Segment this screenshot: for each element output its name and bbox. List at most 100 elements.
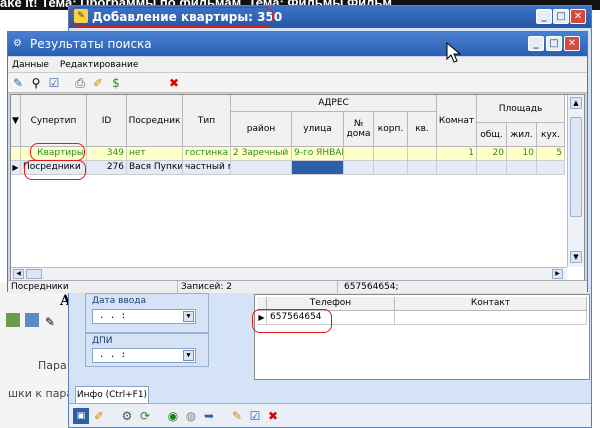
area-kitchen-column-header[interactable]: кух. (537, 123, 565, 147)
building-column-header[interactable]: корп. (374, 112, 408, 147)
supertype-column-header[interactable]: Супертип (21, 95, 87, 147)
house-cell[interactable] (344, 161, 374, 175)
search-results-window: ⚙ Результаты поиска _ □ ✕ Данные Редакти… (7, 31, 588, 293)
binoculars-icon[interactable]: ⚲ (28, 75, 44, 91)
clear-icon[interactable]: ✐ (91, 408, 107, 424)
status-record-count: Записей: 2 (178, 281, 338, 293)
disk-icon[interactable]: ◍ (183, 408, 199, 424)
check-icon[interactable]: ☑ (247, 408, 263, 424)
row-pointer-icon[interactable]: ▶ (11, 161, 21, 175)
id-cell[interactable]: 276 (87, 161, 127, 175)
tab-info[interactable]: Инфо (Ctrl+F1) (75, 386, 149, 403)
type-cell[interactable]: частный ма (183, 161, 231, 175)
area-total-cell[interactable]: 20 (477, 147, 507, 161)
id-column-header[interactable]: ID (87, 95, 127, 147)
clear-icon[interactable]: ✐ (90, 75, 106, 91)
contact-cell[interactable] (395, 311, 587, 325)
building-cell[interactable] (374, 147, 408, 161)
bottom-toolbar: ▣ ✐ ⚙ ⟳ ◉ ◍ ➥ ✎ ☑ ✖ (69, 403, 591, 427)
image-icon (6, 313, 20, 327)
check-icon[interactable]: ☑ (46, 75, 62, 91)
menu-edit[interactable]: Редактирование (56, 57, 143, 73)
search-results-titlebar[interactable]: ⚙ Результаты поиска _ □ ✕ (8, 32, 587, 56)
minimize-button[interactable]: _ (528, 36, 544, 51)
results-grid: ▼ Супертип ID Посредник Тип АДРЕС район … (10, 94, 585, 281)
area-living-cell[interactable]: 10 (507, 147, 537, 161)
note-icon[interactable]: ✎ (229, 408, 245, 424)
area-total-column-header[interactable]: общ. (477, 123, 507, 147)
building-cell[interactable] (374, 161, 408, 175)
scroll-thumb[interactable] (26, 269, 42, 279)
background-text: шки к пара (8, 387, 74, 400)
street-column-header[interactable]: улица (292, 112, 344, 147)
annotation-oval (30, 143, 85, 161)
close-button[interactable]: ✕ (570, 9, 586, 24)
row-indicator[interactable] (11, 147, 21, 161)
district-column-header[interactable]: район (231, 112, 292, 147)
rooms-column-header[interactable]: Комнат (437, 95, 477, 147)
agent-cell[interactable]: Вася Пупкин (127, 161, 183, 175)
edit-icon[interactable]: ✎ (10, 75, 26, 91)
area-kitchen-cell[interactable] (537, 161, 565, 175)
area-group-header: Площадь (477, 95, 565, 123)
status-phone: 657564654; (344, 282, 399, 292)
apartment-cell[interactable] (408, 161, 437, 175)
street-cell-selected[interactable] (292, 161, 344, 175)
id-cell[interactable]: 349 (87, 147, 127, 161)
scroll-up-icon[interactable]: ▲ (570, 97, 582, 109)
agent-column-header[interactable]: Посредник (127, 95, 183, 147)
scroll-right-icon[interactable]: ▶ (552, 269, 563, 279)
apartment-cell[interactable] (408, 147, 437, 161)
row-selector-header[interactable]: ▼ (11, 95, 21, 147)
background-text: Пара (38, 359, 67, 372)
apartment-column-header[interactable]: кв. (408, 112, 437, 147)
chevron-down-icon[interactable]: ▼ (183, 350, 194, 361)
maximize-button[interactable]: □ (546, 36, 562, 51)
menu-bar: Данные Редактирование (8, 57, 587, 73)
horizontal-scrollbar[interactable]: ◀ ▶ (11, 267, 567, 280)
settings-icon[interactable]: ⚙ (119, 408, 135, 424)
type-cell[interactable]: гостинка (183, 147, 231, 161)
area-living-column-header[interactable]: жил. (507, 123, 537, 147)
delete-icon[interactable]: ✖ (265, 408, 281, 424)
dpi-input[interactable]: . . : ▼ (92, 348, 196, 363)
minimize-button[interactable]: _ (536, 9, 552, 24)
annotation-oval (69, 7, 273, 27)
status-bar: Посредники Записей: 2 657564654; (8, 280, 587, 293)
vertical-scrollbar[interactable]: ▲ ▼ (567, 95, 584, 267)
date-input[interactable]: . . : ▼ (92, 309, 196, 324)
annotation-oval (24, 160, 86, 180)
contacts-grid: Телефон Контакт ▶ 657564654 (254, 294, 590, 380)
street-cell[interactable]: 9-го ЯНВАР (292, 147, 344, 161)
contact-column-header[interactable]: Контакт (395, 297, 587, 311)
save-icon[interactable]: ▣ (73, 408, 89, 424)
globe-icon[interactable]: ◉ (165, 408, 181, 424)
agent-cell[interactable]: нет (127, 147, 183, 161)
rooms-cell[interactable] (437, 161, 477, 175)
dpi-label: ДПИ (92, 336, 113, 346)
maximize-button[interactable]: □ (553, 9, 569, 24)
chevron-down-icon[interactable]: ▼ (183, 311, 194, 322)
refresh-icon[interactable]: ⟳ (137, 408, 153, 424)
close-button[interactable]: ✕ (564, 36, 580, 51)
print-icon[interactable]: ⎙ (72, 75, 88, 91)
scroll-down-icon[interactable]: ▼ (570, 251, 582, 263)
house-cell[interactable] (344, 147, 374, 161)
menu-data[interactable]: Данные (8, 57, 53, 73)
scroll-thumb[interactable] (570, 117, 582, 217)
dpi-group: ДПИ . . : ▼ (85, 333, 209, 367)
settings-icon: ⚙ (13, 38, 22, 49)
area-total-cell[interactable] (477, 161, 507, 175)
type-column-header[interactable]: Тип (183, 95, 231, 147)
scroll-left-icon[interactable]: ◀ (13, 269, 24, 279)
district-cell[interactable] (231, 161, 292, 175)
arrow-icon[interactable]: ➥ (201, 408, 217, 424)
district-cell[interactable]: 2 Заречный (231, 147, 292, 161)
area-kitchen-cell[interactable]: 5 (537, 147, 565, 161)
delete-icon[interactable]: ✖ (166, 75, 182, 91)
area-living-cell[interactable] (507, 161, 537, 175)
rooms-cell[interactable]: 1 (437, 147, 477, 161)
date-label: Дата ввода (92, 296, 147, 306)
house-column-header[interactable]: № дома (344, 112, 374, 147)
refresh-icon[interactable]: $ (108, 75, 124, 91)
